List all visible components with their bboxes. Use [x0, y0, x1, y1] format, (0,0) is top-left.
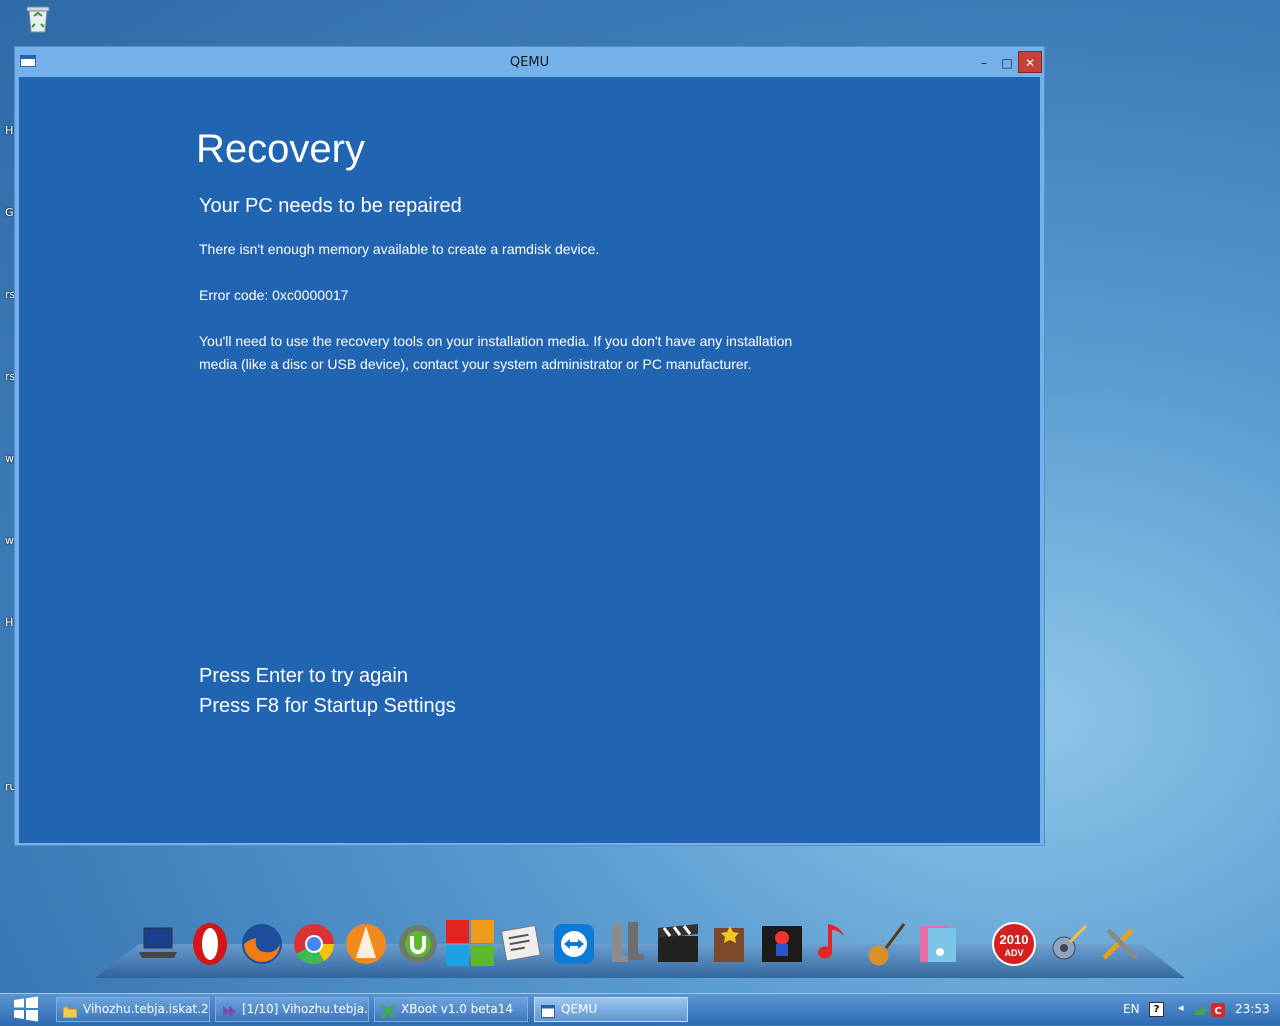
opera-icon[interactable] [186, 918, 234, 970]
action-enter: Press Enter to try again [199, 665, 408, 687]
taskbar-item-folder[interactable]: Vihozhu.tebja.iskat.2 [56, 997, 210, 1022]
folder-icon [62, 1003, 78, 1019]
mario-icon[interactable] [758, 918, 806, 970]
guitar-icon[interactable] [862, 918, 910, 970]
settings-wand-icon[interactable] [1044, 918, 1092, 970]
boots-icon[interactable] [602, 918, 650, 970]
window-title: QEMU [509, 55, 550, 70]
taskbar-item-label: [1/10] Vihozhu.tebja.... [242, 1002, 369, 1016]
help-icon[interactable]: ? [1149, 1002, 1164, 1017]
action-f8: Press F8 for Startup Settings [199, 695, 456, 717]
window-icon [541, 1003, 555, 1018]
taskbar-item-media-player[interactable]: [1/10] Vihozhu.tebja.... [215, 997, 369, 1022]
news-icon[interactable] [498, 918, 546, 970]
clock[interactable]: 23:53 [1235, 1002, 1270, 1016]
chrome-icon[interactable] [290, 918, 338, 970]
tiles-icon[interactable] [446, 918, 494, 970]
recovery-subheading: Your PC needs to be repaired [199, 195, 462, 217]
language-indicator[interactable]: EN [1123, 1002, 1140, 1016]
badge-2010-line1: 2010 [1000, 932, 1029, 947]
recovery-heading: Recovery [196, 127, 365, 171]
xboot-icon [380, 1003, 396, 1020]
desktop-label[interactable]: w [5, 534, 14, 547]
error-message: There isn't enough memory available to c… [199, 241, 600, 257]
badge-2010-line2: ADV [1004, 948, 1023, 958]
taskbar: Vihozhu.tebja.iskat.2 [1/10] Vihozhu.teb… [0, 993, 1280, 1025]
vlc-icon[interactable] [342, 918, 390, 970]
security-shield-icon[interactable]: C [1211, 1002, 1225, 1021]
teamviewer-icon[interactable] [550, 918, 598, 970]
taskbar-item-qemu[interactable]: QEMU [534, 997, 688, 1022]
close-button[interactable]: ✕ [1018, 51, 1042, 73]
window-titlebar[interactable]: QEMU – □ ✕ [15, 47, 1044, 77]
taskbar-item-label: Vihozhu.tebja.iskat.2 [83, 1002, 209, 1016]
instructions-line-1: You'll need to use the recovery tools on… [199, 333, 793, 349]
tools-icon[interactable] [1096, 918, 1144, 970]
error-code: Error code: 0xc0000017 [199, 287, 349, 303]
recycle-bin-icon[interactable] [22, 2, 54, 34]
taskbar-item-label: XBoot v1.0 beta14 [401, 1002, 513, 1016]
qemu-window[interactable]: QEMU – □ ✕ Recovery Your PC needs to be … [14, 46, 1045, 846]
music-note-icon[interactable] [810, 918, 858, 970]
windows-logo-icon [14, 996, 38, 1022]
taskbar-item-label: QEMU [561, 1002, 598, 1016]
minimize-button[interactable]: – [973, 54, 995, 72]
firefox-icon[interactable] [238, 918, 286, 970]
taskbar-item-xboot[interactable]: XBoot v1.0 beta14 [374, 997, 528, 1022]
instructions-line-2: media (like a disc or USB device), conta… [199, 356, 752, 372]
svg-text:C: C [1214, 1006, 1221, 1017]
utorrent-icon[interactable] [394, 918, 442, 970]
badge-2010-icon[interactable]: 2010 ADV [990, 918, 1038, 970]
music-folder-icon[interactable] [914, 918, 962, 970]
tray-expand-arrow-icon[interactable]: ◂ [1178, 1001, 1184, 1014]
recovery-screen[interactable]: Recovery Your PC needs to be repaired Th… [19, 77, 1040, 843]
clapper-icon[interactable] [654, 918, 702, 970]
book-icon[interactable] [706, 918, 754, 970]
desktop-label[interactable]: G [5, 206, 14, 219]
start-button[interactable] [12, 996, 40, 1022]
network-icon[interactable] [1193, 1002, 1207, 1021]
desktop-label[interactable]: H [5, 616, 13, 629]
media-player-icon [222, 1003, 236, 1017]
laptop-icon[interactable] [134, 918, 182, 970]
desktop-label[interactable]: H [5, 124, 13, 137]
maximize-button[interactable]: □ [996, 54, 1018, 72]
